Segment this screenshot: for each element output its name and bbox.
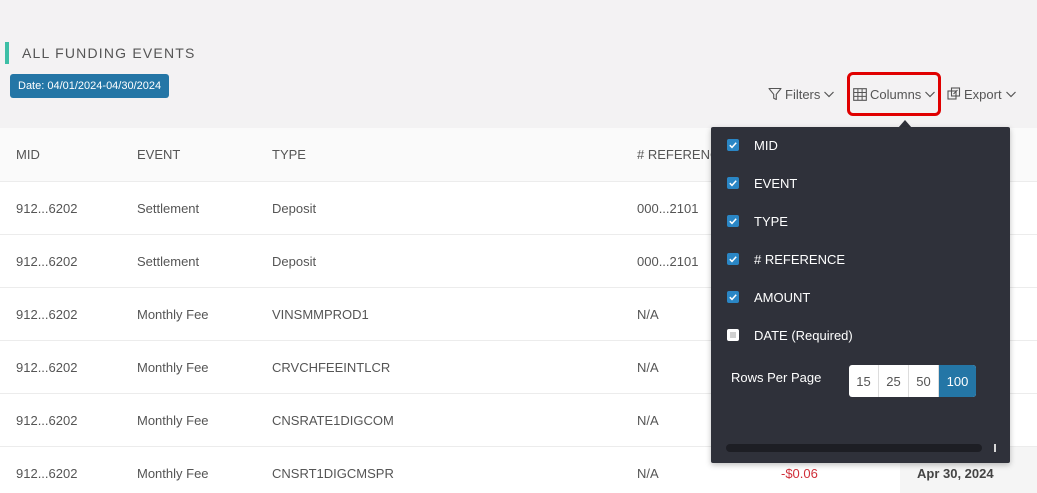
chevron-down-icon bbox=[1005, 91, 1016, 98]
cell-reference: N/A bbox=[637, 306, 659, 322]
checkbox-checked-icon[interactable] bbox=[727, 215, 739, 227]
date-filter-badge[interactable]: Date: 04/01/2024-04/30/2024 bbox=[10, 74, 170, 98]
cell-type: CRVCHFEEINTLCR bbox=[272, 359, 391, 375]
cell-type: CNSRATE1DIGCOM bbox=[272, 412, 394, 428]
cell-mid: 912...6202 bbox=[16, 359, 78, 375]
cell-reference: 000...2101 bbox=[637, 200, 699, 216]
cell-type: CNSRT1DIGCMSPR bbox=[272, 465, 394, 481]
cell-reference: N/A bbox=[637, 412, 659, 428]
filter-icon bbox=[768, 87, 782, 101]
column-option-mid[interactable]: MID bbox=[727, 135, 778, 155]
checkbox-disabled-icon bbox=[727, 329, 739, 341]
column-option-date: DATE (Required) bbox=[727, 325, 853, 345]
cell-event: Settlement bbox=[137, 200, 200, 216]
column-header-mid[interactable]: MID bbox=[16, 128, 40, 181]
checkbox-checked-icon[interactable] bbox=[727, 253, 739, 265]
column-option-type[interactable]: TYPE bbox=[727, 211, 788, 231]
cell-event: Monthly Fee bbox=[137, 359, 209, 375]
rows-per-page-selector: 15 25 50 100 bbox=[849, 365, 976, 397]
column-option-label: TYPE bbox=[754, 213, 788, 229]
checkbox-checked-icon[interactable] bbox=[727, 177, 739, 189]
cell-reference: 000...2101 bbox=[637, 253, 699, 269]
columns-highlight-outline bbox=[847, 72, 941, 116]
cell-event: Monthly Fee bbox=[137, 306, 209, 322]
filters-label: Filters bbox=[785, 86, 821, 102]
cell-event: Monthly Fee bbox=[137, 412, 209, 428]
cell-event: Settlement bbox=[137, 253, 200, 269]
checkbox-checked-icon[interactable] bbox=[727, 139, 739, 151]
scrollbar-end-marker bbox=[994, 444, 996, 452]
export-button[interactable]: Export bbox=[947, 84, 1017, 104]
page-title: ALL FUNDING EVENTS bbox=[22, 45, 196, 61]
rows-per-page-option[interactable]: 15 bbox=[849, 365, 879, 397]
cell-type: VINSMMPROD1 bbox=[272, 306, 369, 322]
filters-button[interactable]: Filters bbox=[768, 84, 835, 104]
cell-mid: 912...6202 bbox=[16, 253, 78, 269]
column-option-label: # REFERENCE bbox=[754, 251, 846, 267]
rows-per-page-option[interactable]: 50 bbox=[909, 365, 939, 397]
rows-per-page-label: Rows Per Page bbox=[731, 370, 822, 385]
export-icon bbox=[947, 87, 961, 100]
cell-reference: N/A bbox=[637, 359, 659, 375]
column-option-label: DATE (Required) bbox=[754, 327, 853, 343]
cell-type: Deposit bbox=[272, 253, 317, 269]
cell-type: Deposit bbox=[272, 200, 317, 216]
checkbox-checked-icon[interactable] bbox=[727, 291, 739, 303]
column-header-event[interactable]: EVENT bbox=[137, 128, 180, 181]
title-accent-bar bbox=[5, 42, 9, 64]
columns-dropdown-menu: MID EVENT TYPE # REFERENCE AMOUNT DATE (… bbox=[711, 127, 1010, 463]
column-option-reference[interactable]: # REFERENCE bbox=[727, 249, 845, 269]
cell-mid: 912...6202 bbox=[16, 200, 78, 216]
cell-mid: 912...6202 bbox=[16, 412, 78, 428]
page-header: ALL FUNDING EVENTS Date: 04/01/2024-04/3… bbox=[0, 0, 1037, 128]
horizontal-scrollbar[interactable] bbox=[726, 444, 982, 452]
cell-mid: 912...6202 bbox=[16, 465, 78, 481]
rows-per-page-option-selected[interactable]: 100 bbox=[939, 365, 976, 397]
chevron-down-icon bbox=[824, 91, 835, 98]
rows-per-page-option[interactable]: 25 bbox=[879, 365, 909, 397]
export-label: Export bbox=[964, 86, 1002, 102]
column-option-label: EVENT bbox=[754, 175, 798, 191]
column-option-event[interactable]: EVENT bbox=[727, 173, 797, 193]
cell-mid: 912...6202 bbox=[16, 306, 78, 322]
column-header-type[interactable]: TYPE bbox=[272, 128, 306, 181]
column-option-amount[interactable]: AMOUNT bbox=[727, 287, 810, 307]
cell-reference: N/A bbox=[637, 465, 659, 481]
cell-event: Monthly Fee bbox=[137, 465, 209, 481]
column-option-label: MID bbox=[754, 137, 778, 153]
column-option-label: AMOUNT bbox=[754, 289, 811, 305]
